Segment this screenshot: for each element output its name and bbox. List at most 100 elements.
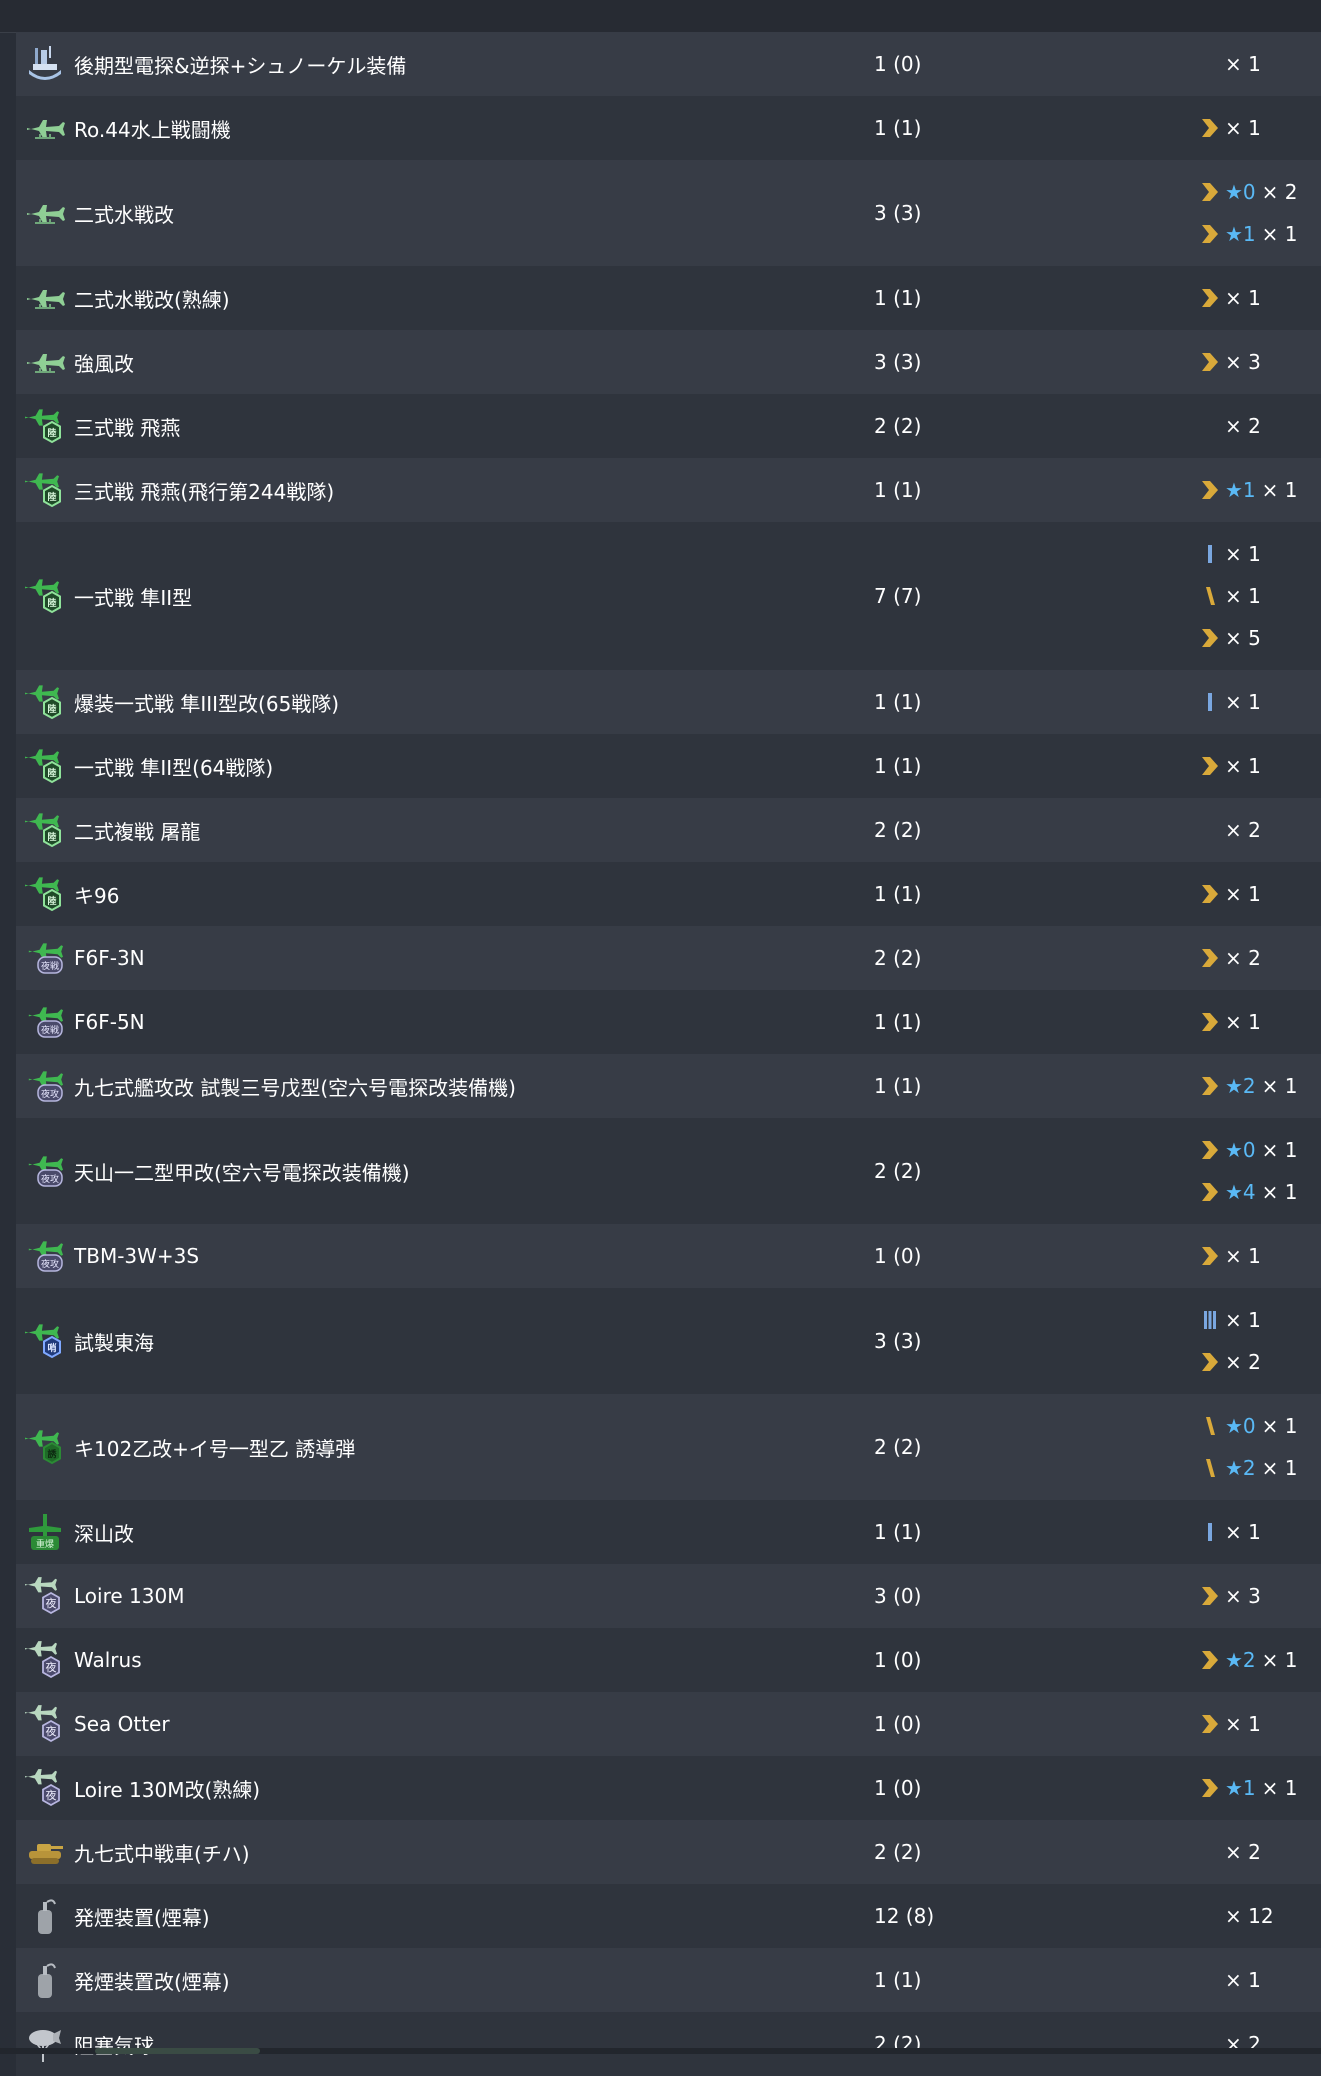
table-row[interactable]: 陸 三式戦 飛燕(飛行第244戦隊) 1 (1) ★1 × 1 xyxy=(16,458,1321,522)
equipment-name: Loire 130M xyxy=(74,1584,185,1608)
equipment-name: 二式複戦 屠龍 xyxy=(74,819,201,844)
table-row[interactable]: 九七式中戦車(チハ) 2 (2) × 2 xyxy=(16,1820,1321,1884)
table-row[interactable]: 発煙装置(煙幕) 12 (8) × 12 xyxy=(16,1884,1321,1948)
table-row[interactable]: 二式水戦改(熟練) 1 (1) × 1 xyxy=(16,266,1321,330)
level-entry: ★2 × 1 xyxy=(1199,1065,1321,1107)
level-multiplier: × 2 xyxy=(1225,1350,1261,1374)
table-row[interactable]: 哨 試製東海 3 (3) × 1 × 2 xyxy=(16,1288,1321,1394)
table-row[interactable]: 夜攻 九七式艦攻改 試製三号戊型(空六号電探改装備機) 1 (1) ★2 × 1 xyxy=(16,1054,1321,1118)
equipment-name: F6F-5N xyxy=(74,1010,145,1034)
level-breakdown: × 2 xyxy=(1199,1831,1321,1873)
table-row[interactable]: 陸 一式戦 隼II型 7 (7) × 1 × 1 × 5 xyxy=(16,522,1321,670)
proficiency-chevron-icon xyxy=(1199,1140,1221,1160)
table-row[interactable]: 強風改 3 (3) × 3 xyxy=(16,330,1321,394)
table-row[interactable]: 陸 三式戦 飛燕 2 (2) × 2 xyxy=(16,394,1321,458)
tank-icon xyxy=(24,1831,66,1873)
equipment-count: 2 (2) xyxy=(874,818,922,842)
table-row[interactable]: 陸 一式戦 隼II型(64戦隊) 1 (1) × 1 xyxy=(16,734,1321,798)
level-entry: × 5 xyxy=(1199,617,1321,659)
table-row[interactable]: 夜 Loire 130M改(熟練) 1 (0) ★1 × 1 xyxy=(16,1756,1321,1820)
horizontal-scrollbar[interactable] xyxy=(0,2048,1321,2054)
table-row[interactable]: 夜攻 TBM-3W+3S 1 (0) × 1 xyxy=(16,1224,1321,1288)
level-multiplier: × 1 xyxy=(1261,1138,1298,1162)
table-row[interactable]: 重爆 深山改 1 (1) × 1 xyxy=(16,1500,1321,1564)
table-row[interactable]: 夜 Walrus 1 (0) ★2 × 1 xyxy=(16,1628,1321,1692)
level-breakdown: × 1 × 1 × 5 xyxy=(1199,533,1321,659)
level-breakdown: ★0 × 1 ★4 × 1 xyxy=(1199,1129,1321,1213)
night-recon-icon: 夜 xyxy=(24,1575,66,1617)
level-entry: × 1 xyxy=(1199,1511,1321,1553)
level-entry: ★0 × 1 xyxy=(1199,1405,1321,1447)
seaplane-fighter-icon xyxy=(24,107,66,149)
level-entry: × 1 xyxy=(1199,1001,1321,1043)
land-fighter-icon: 陸 xyxy=(24,405,66,447)
equipment-name: 九七式中戦車(チハ) xyxy=(74,1841,250,1866)
table-row[interactable]: 夜戦 F6F-5N 1 (1) × 1 xyxy=(16,990,1321,1054)
level-breakdown: × 12 xyxy=(1199,1895,1321,1937)
proficiency-chevron-icon xyxy=(1199,480,1221,500)
proficiency-chevron-icon xyxy=(1199,118,1221,138)
equipment-name: 一式戦 隼II型(64戦隊) xyxy=(74,755,274,780)
table-row[interactable]: 夜 Sea Otter 1 (0) × 1 xyxy=(16,1692,1321,1756)
improvement-star: ★0 xyxy=(1225,180,1256,204)
level-entry: ★2 × 1 xyxy=(1199,1447,1321,1489)
level-multiplier: × 1 xyxy=(1225,754,1261,778)
level-multiplier: × 12 xyxy=(1225,1904,1274,1928)
level-multiplier: × 1 xyxy=(1261,222,1298,246)
svg-text:夜戦: 夜戦 xyxy=(41,1024,59,1036)
equipment-name: キ96 xyxy=(74,883,120,908)
level-breakdown: × 2 xyxy=(1199,937,1321,979)
equipment-count: 1 (0) xyxy=(874,1244,922,1268)
seaplane-fighter-icon xyxy=(24,277,66,319)
improvement-star: ★2 xyxy=(1225,1648,1256,1672)
level-multiplier: × 1 xyxy=(1261,1648,1298,1672)
equipment-name: 爆装一式戦 隼III型改(65戦隊) xyxy=(74,691,340,716)
table-row[interactable]: 陸 爆装一式戦 隼III型改(65戦隊) 1 (1) × 1 xyxy=(16,670,1321,734)
top-bar xyxy=(0,0,1321,33)
svg-text:陸: 陸 xyxy=(47,597,56,609)
table-row[interactable]: 夜攻 天山一二型甲改(空六号電探改装備機) 2 (2) ★0 × 1 ★4 × 1 xyxy=(16,1118,1321,1224)
equipment-count: 1 (1) xyxy=(874,754,922,778)
equipment-name: 三式戦 飛燕(飛行第244戦隊) xyxy=(74,479,335,504)
level-breakdown: × 3 xyxy=(1199,1575,1321,1617)
level-breakdown: ★1 × 1 xyxy=(1199,1767,1321,1809)
level-multiplier: × 2 xyxy=(1225,414,1261,438)
land-fighter-icon: 陸 xyxy=(24,681,66,723)
proficiency-chevron-icon xyxy=(1199,1352,1221,1372)
table-row[interactable]: 誘キ102乙改+イ号一型乙 誘導弾 2 (2) ★0 × 1 ★2 × 1 xyxy=(16,1394,1321,1500)
level-entry: × 1 xyxy=(1199,1703,1321,1745)
table-row[interactable]: 夜戦 F6F-3N 2 (2) × 2 xyxy=(16,926,1321,990)
svg-text:夜: 夜 xyxy=(46,1596,57,1610)
proficiency-chevron-icon xyxy=(1199,1714,1221,1734)
svg-text:夜戦: 夜戦 xyxy=(41,960,59,972)
table-row[interactable]: 陸 キ96 1 (1) × 1 xyxy=(16,862,1321,926)
equipment-count: 2 (2) xyxy=(874,1840,922,1864)
improvement-star: ★1 xyxy=(1225,478,1256,502)
land-fighter-icon: 陸 xyxy=(24,873,66,915)
level-entry: ★1 × 1 xyxy=(1199,469,1321,511)
svg-text:陸: 陸 xyxy=(47,895,56,907)
table-row[interactable]: 後期型電探&逆探+シュノーケル装備 1 (0) × 1 xyxy=(16,32,1321,96)
equipment-name: キ102乙改+イ号一型乙 誘導弾 xyxy=(74,1436,356,1461)
equipment-name: 阻塞気球 xyxy=(74,2033,154,2058)
table-row[interactable]: 夜 Loire 130M 3 (0) × 3 xyxy=(16,1564,1321,1628)
equipment-name: 深山改 xyxy=(74,1521,134,1546)
level-breakdown: × 2 xyxy=(1199,405,1321,447)
table-row[interactable]: 陸 二式複戦 屠龍 2 (2) × 2 xyxy=(16,798,1321,862)
level-entry: × 2 xyxy=(1199,405,1321,447)
equipment-name: 強風改 xyxy=(74,351,134,376)
svg-text:陸: 陸 xyxy=(47,491,56,503)
table-row[interactable]: Ro.44水上戦闘機 1 (1) × 1 xyxy=(16,96,1321,160)
proficiency-chevron-icon xyxy=(1199,1182,1221,1202)
table-row[interactable]: 阻塞気球 2 (2) × 2 xyxy=(16,2012,1321,2076)
table-row[interactable]: 二式水戦改 3 (3) ★0 × 2 ★1 × 1 xyxy=(16,160,1321,266)
improvement-star: ★4 xyxy=(1225,1180,1256,1204)
level-entry: × 3 xyxy=(1199,1575,1321,1617)
table-row[interactable]: 発煙装置改(煙幕) 1 (1) × 1 xyxy=(16,1948,1321,2012)
scrollbar-thumb[interactable] xyxy=(95,2048,260,2054)
level-breakdown: ★2 × 1 xyxy=(1199,1639,1321,1681)
level-entry: × 1 xyxy=(1199,277,1321,319)
level-entry: × 2 xyxy=(1199,937,1321,979)
svg-text:夜攻: 夜攻 xyxy=(41,1088,59,1100)
equipment-count: 1 (0) xyxy=(874,1776,922,1800)
